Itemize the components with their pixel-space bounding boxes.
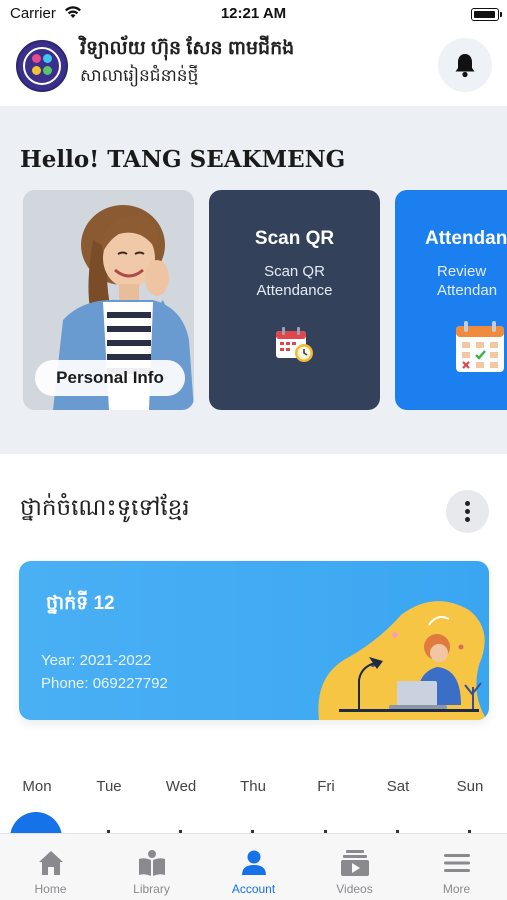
account-icon xyxy=(242,850,266,875)
scan-qr-desc-line2: Attendance xyxy=(256,282,333,299)
weekday-sat[interactable]: Sat xyxy=(368,778,428,795)
menu-icon xyxy=(444,854,470,872)
book-icon xyxy=(139,850,165,876)
week-strip: Mon Tue Wed Thu Fri Sat Sun xyxy=(0,778,507,802)
calendar-check-icon xyxy=(456,321,504,372)
bottom-tab-bar: Home Library Account Videos More xyxy=(0,833,507,900)
tab-videos-label: Videos xyxy=(336,882,373,896)
home-icon xyxy=(39,851,63,875)
tab-more[interactable]: More xyxy=(406,834,507,900)
more-options-button[interactable] xyxy=(446,490,489,533)
clock: 12:21 AM xyxy=(220,5,287,22)
weekday-tue[interactable]: Tue xyxy=(79,778,139,795)
status-bar: Carrier 12:21 AM xyxy=(0,0,507,28)
class-grade: ថ្នាក់ទី 12 xyxy=(46,593,115,614)
school-name: វិទ្យាល័យ ហ៊ុន សែន ពាមជីកង xyxy=(80,38,295,59)
scan-qr-title: Scan QR xyxy=(254,228,335,249)
class-phone: Phone: 069227792 xyxy=(41,675,168,692)
app-header: វិទ្យាល័យ ហ៊ុន សែន ពាមជីកង សាលារៀនជំនាន់… xyxy=(0,28,507,106)
tab-library[interactable]: Library xyxy=(101,834,202,900)
tab-account-label: Account xyxy=(231,882,276,896)
weekday-sun[interactable]: Sun xyxy=(440,778,500,795)
calendar-clock-icon xyxy=(276,327,313,362)
tab-home[interactable]: Home xyxy=(0,834,101,900)
greeting-section: Hello! TANG SEAKMENG Personal Info Scan … xyxy=(0,106,507,454)
class-year: Year: 2021-2022 xyxy=(41,652,152,669)
weekday-thu[interactable]: Thu xyxy=(223,778,283,795)
attendance-desc-line2: Attendan xyxy=(437,282,498,299)
section-title: ថ្នាក់ចំណេះទូទៅខ្មែរ xyxy=(20,494,190,520)
personal-info-label: Personal Info xyxy=(35,360,185,396)
school-logo xyxy=(16,40,68,92)
scan-qr-description: Scan QR Attendance xyxy=(209,262,380,300)
tab-more-label: More xyxy=(442,882,471,896)
weekday-fri[interactable]: Fri xyxy=(296,778,356,795)
class-card[interactable]: ថ្នាក់ទី 12 Year: 2021-2022 Phone: 06922… xyxy=(19,561,489,720)
greeting-text: Hello! TANG SEAKMENG xyxy=(20,146,346,173)
scan-qr-desc-line1: Scan QR xyxy=(264,263,325,280)
tab-library-label: Library xyxy=(133,882,170,896)
attendance-title: Attendan xyxy=(425,228,507,249)
weekday-wed[interactable]: Wed xyxy=(151,778,211,795)
personal-info-card[interactable]: Personal Info xyxy=(23,190,194,410)
video-icon xyxy=(341,850,369,876)
scan-qr-card[interactable]: Scan QR Scan QR Attendance xyxy=(209,190,380,410)
battery-icon xyxy=(471,8,502,21)
weekday-mon[interactable]: Mon xyxy=(7,778,67,795)
student-laptop-illustration xyxy=(318,601,487,720)
tab-home-label: Home xyxy=(34,882,67,896)
tab-videos[interactable]: Videos xyxy=(304,834,405,900)
vertical-dots-icon xyxy=(465,501,470,506)
attendance-card[interactable]: Attendan Review Attendan xyxy=(395,190,507,410)
school-subtitle: សាលារៀនជំនាន់ថ្មី xyxy=(80,66,199,85)
attendance-description: Review Attendan xyxy=(437,262,497,300)
tab-account[interactable]: Account xyxy=(203,834,304,900)
bell-icon xyxy=(455,54,475,78)
notification-button[interactable] xyxy=(438,38,492,92)
attendance-desc-line1: Review xyxy=(437,263,487,280)
